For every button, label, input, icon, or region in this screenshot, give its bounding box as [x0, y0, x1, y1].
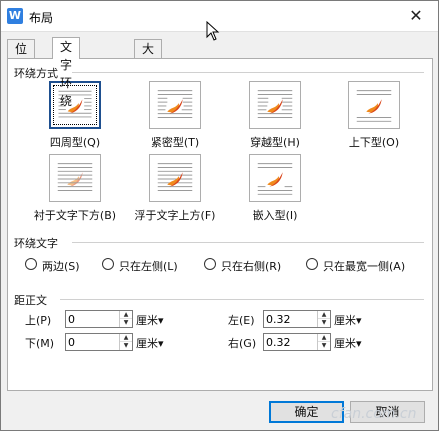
- radio-right-only-label[interactable]: 只在右侧(R): [221, 258, 281, 274]
- left-distance-input[interactable]: [266, 312, 306, 326]
- left-distance-spinner[interactable]: ▲ ▼: [317, 311, 330, 327]
- wrap-in-front-button[interactable]: [149, 154, 201, 202]
- wrap-through-icon: [257, 90, 293, 118]
- radio-left-only[interactable]: [102, 258, 114, 270]
- wrap-through-label: 穿越型(H): [250, 136, 300, 149]
- top-distance-spinner[interactable]: ▲ ▼: [119, 311, 132, 327]
- wps-app-icon: W: [7, 8, 23, 24]
- mouse-cursor-icon: [206, 21, 220, 41]
- wrap-tight-icon: [157, 90, 193, 118]
- radio-both-sides-label[interactable]: 两边(S): [42, 258, 80, 274]
- wrap-inline-label: 嵌入型(I): [252, 209, 298, 222]
- radio-largest-side[interactable]: [306, 258, 318, 270]
- wrap-behind-text-label: 衬于文字下方(B): [33, 209, 117, 222]
- right-distance-spinner[interactable]: ▲ ▼: [317, 334, 330, 350]
- dialog-title: 布局: [29, 11, 54, 25]
- left-distance-field[interactable]: ▲ ▼: [263, 310, 331, 328]
- wrap-top-bottom-icon: [356, 90, 392, 122]
- bottom-distance-spinner[interactable]: ▲ ▼: [119, 334, 132, 350]
- right-distance-label: 右(G): [228, 337, 257, 350]
- radio-largest-side-label[interactable]: 只在最宽一侧(A): [323, 258, 405, 274]
- spin-down-icon[interactable]: ▼: [120, 342, 132, 350]
- close-button[interactable]: ✕: [394, 1, 438, 31]
- wrap-style-title: 环绕方式: [14, 67, 58, 80]
- wrap-square-button[interactable]: [49, 81, 101, 129]
- wrap-square-label: 四周型(Q): [49, 136, 101, 149]
- wrap-tight-label: 紧密型(T): [150, 136, 200, 149]
- right-distance-field[interactable]: ▲ ▼: [263, 333, 331, 351]
- wrap-inline-button[interactable]: [249, 154, 301, 202]
- top-distance-unit[interactable]: 厘米▾: [136, 312, 164, 328]
- spin-up-icon[interactable]: ▲: [120, 334, 132, 342]
- left-distance-label: 左(E): [228, 314, 255, 327]
- spin-down-icon[interactable]: ▼: [318, 342, 330, 350]
- spin-up-icon[interactable]: ▲: [318, 311, 330, 319]
- wrap-behind-text-icon: [57, 163, 93, 191]
- distance-title: 距正文: [14, 294, 47, 307]
- wrap-tight-button[interactable]: [149, 81, 201, 129]
- bottom-distance-field[interactable]: ▲ ▼: [65, 333, 133, 351]
- tab-position[interactable]: 位置: [7, 39, 36, 74]
- bottom-distance-unit[interactable]: 厘米▾: [136, 335, 164, 351]
- radio-right-only[interactable]: [204, 258, 216, 270]
- divider: [72, 242, 424, 243]
- top-distance-input[interactable]: [68, 312, 108, 326]
- wrap-top-bottom-label: 上下型(O): [348, 136, 400, 149]
- spin-down-icon[interactable]: ▼: [120, 319, 132, 327]
- wrap-inline-icon: [257, 163, 293, 195]
- bottom-distance-label: 下(M): [25, 337, 55, 350]
- wrap-in-front-label: 浮于文字上方(F): [134, 209, 216, 222]
- spin-up-icon[interactable]: ▲: [120, 311, 132, 319]
- divider: [72, 72, 424, 73]
- top-distance-label: 上(P): [25, 314, 52, 327]
- spin-up-icon[interactable]: ▲: [318, 334, 330, 342]
- wrap-text-title: 环绕文字: [14, 237, 58, 250]
- right-distance-input[interactable]: [266, 335, 306, 349]
- wrap-in-front-icon: [157, 163, 193, 191]
- watermark: cfan.com.cn: [331, 406, 417, 422]
- layout-dialog: W 布局 ✕ 位置 文字环绕 大小 环绕方式: [0, 0, 439, 431]
- wrap-square-icon: [58, 90, 92, 118]
- tab-size[interactable]: 大小: [134, 39, 163, 74]
- radio-left-only-label[interactable]: 只在左侧(L): [119, 258, 178, 274]
- tab-text-wrapping[interactable]: 文字环绕: [52, 37, 81, 108]
- wrap-top-bottom-button[interactable]: [348, 81, 400, 129]
- right-distance-unit[interactable]: 厘米▾: [334, 335, 362, 351]
- wrap-through-button[interactable]: [249, 81, 301, 129]
- spin-down-icon[interactable]: ▼: [318, 319, 330, 327]
- top-distance-field[interactable]: ▲ ▼: [65, 310, 133, 328]
- left-distance-unit[interactable]: 厘米▾: [334, 312, 362, 328]
- bottom-distance-input[interactable]: [68, 335, 108, 349]
- wrap-behind-text-button[interactable]: [49, 154, 101, 202]
- divider: [60, 299, 424, 300]
- radio-both-sides[interactable]: [25, 258, 37, 270]
